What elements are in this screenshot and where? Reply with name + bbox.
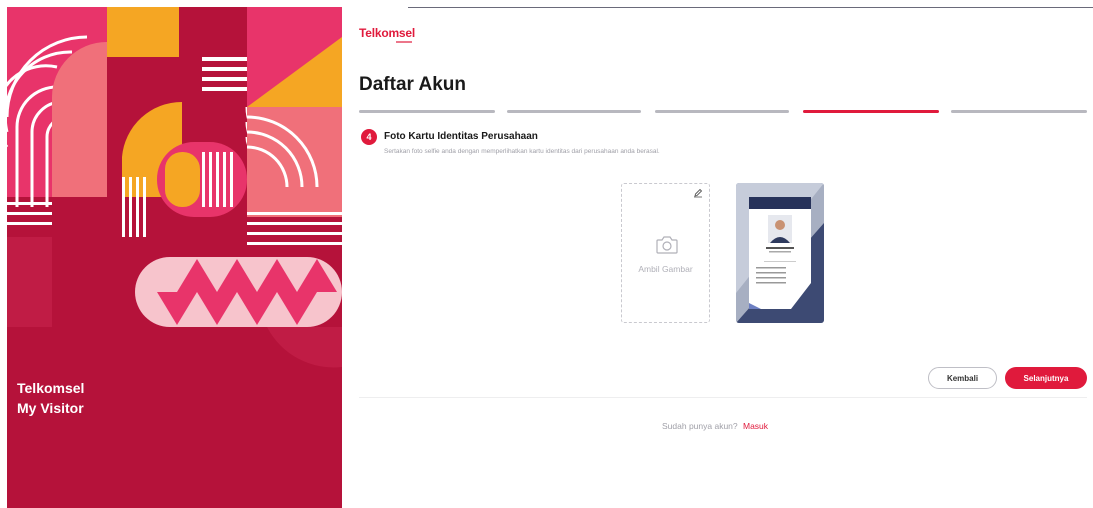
- telkomsel-logo: Telkomsel: [359, 26, 416, 40]
- brand-name: Telkomsel My Visitor: [17, 378, 84, 418]
- step-bar-1: [359, 110, 495, 113]
- step-bar-4-active: [803, 110, 939, 113]
- id-card-example: [736, 183, 824, 323]
- login-prompt: Sudah punya akun? Masuk: [0, 421, 1093, 431]
- login-question: Sudah punya akun?: [662, 421, 738, 431]
- step-bar-3: [655, 110, 789, 113]
- step-bar-5: [951, 110, 1087, 113]
- upload-label: Ambil Gambar: [638, 264, 693, 274]
- back-button[interactable]: Kembali: [928, 367, 997, 389]
- step-number-badge: 4: [361, 129, 377, 145]
- logo-underline: [396, 41, 412, 43]
- photo-upload-box[interactable]: Ambil Gambar: [621, 183, 710, 323]
- step-description: Sertakan foto selfie anda dengan memperl…: [384, 148, 660, 155]
- brand-line-1: Telkomsel: [17, 380, 85, 396]
- brand-line-2: My Visitor: [17, 400, 84, 416]
- top-border: [408, 7, 1093, 8]
- section-divider: [359, 397, 1087, 398]
- id-card-illustration: [736, 183, 824, 323]
- login-link[interactable]: Masuk: [743, 421, 768, 431]
- page-title: Daftar Akun: [359, 74, 466, 95]
- step-title: Foto Kartu Identitas Perusahaan: [384, 131, 538, 142]
- step-bar-2: [507, 110, 641, 113]
- decorative-pattern: [7, 7, 342, 508]
- brand-panel: Telkomsel My Visitor: [7, 7, 342, 508]
- step-progress: [359, 110, 1087, 114]
- camera-icon: [656, 236, 678, 254]
- edit-icon[interactable]: [693, 188, 703, 198]
- next-button[interactable]: Selanjutnya: [1005, 367, 1087, 389]
